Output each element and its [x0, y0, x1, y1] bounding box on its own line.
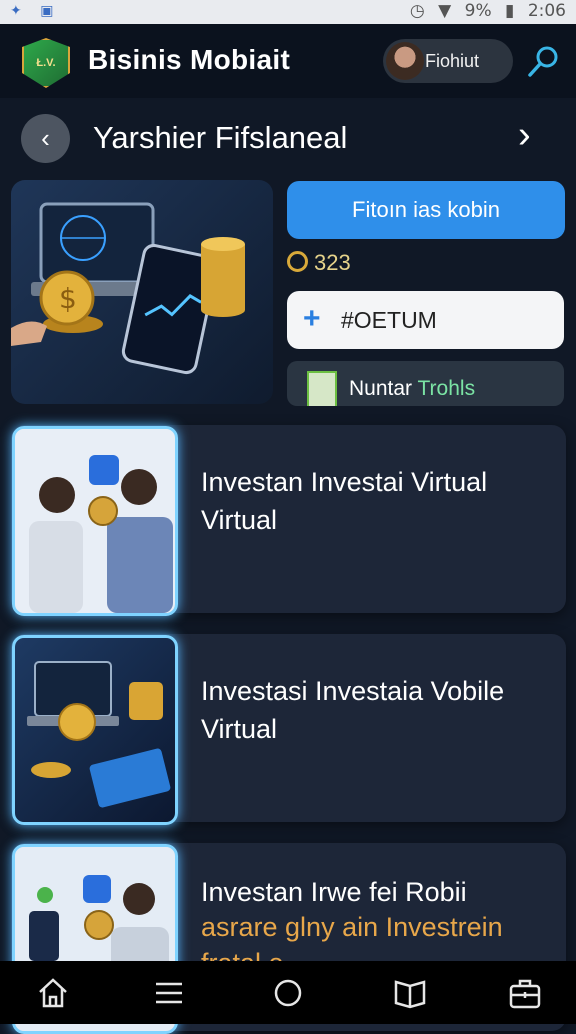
user-name: Fiohiut: [425, 51, 480, 71]
svg-text:$: $: [59, 282, 77, 315]
coin-icon: [287, 251, 308, 272]
hero-image: $: [11, 180, 273, 404]
card-title: Investan Irwe fei Robii: [201, 877, 467, 907]
investment-card[interactable]: Investasi Investaia Vobile Virtual: [11, 634, 566, 825]
card-title: Investan Investai Virtual Virtual: [201, 467, 488, 535]
user-chip[interactable]: Fiohiut: [383, 39, 513, 83]
card-title: Investasi Investaia Vobile Virtual: [201, 676, 505, 744]
twitter-icon: ✦: [10, 3, 22, 19]
briefcase-icon[interactable]: [507, 975, 543, 1011]
team-label: Nuntar Trohls: [349, 377, 476, 400]
photo-icon: ▣: [40, 3, 54, 19]
section-header: ‹ Yarshier Fifslaneal ›: [0, 104, 576, 174]
team-row[interactable]: Nuntar Trohls: [287, 361, 564, 406]
card-thumbnail: [12, 635, 178, 825]
avatar: [386, 42, 424, 80]
app-logo: Ł.V.: [22, 38, 70, 88]
coin-amount: 323: [314, 250, 351, 275]
status-bar: ✦ ▣ ◷ ▼ 9% ▮ 2:06: [0, 0, 576, 24]
chevron-right-icon[interactable]: ›: [518, 116, 531, 154]
coin-balance: 323: [287, 250, 351, 276]
home-icon[interactable]: [35, 975, 71, 1011]
card-thumbnail: [12, 426, 178, 616]
notification-icons: ✦ ▣: [10, 3, 67, 19]
alarm-icon: ◷: [409, 1, 425, 21]
primary-cta-button[interactable]: Fitoın ias kobin: [287, 181, 565, 239]
menu-icon[interactable]: [151, 975, 187, 1011]
code-input[interactable]: + #OETUM: [287, 291, 564, 349]
bottom-navigation: [0, 961, 576, 1024]
battery-level: 9%: [464, 1, 492, 21]
battery-icon: ▮: [505, 1, 515, 21]
clock: 2:06: [527, 1, 566, 21]
section-title: Yarshier Fifslaneal: [93, 120, 348, 155]
status-icons: ◷ ▼ 9% ▮ 2:06: [402, 1, 566, 21]
person-thumbnail: [307, 371, 337, 406]
app-title: Bisinis Mobiait: [88, 44, 291, 75]
back-button[interactable]: ‹: [21, 114, 70, 163]
circle-icon[interactable]: [270, 975, 306, 1011]
investment-card[interactable]: Investan Investai Virtual Virtual: [11, 425, 566, 616]
hero-illustration: $: [11, 202, 245, 375]
code-value: #OETUM: [341, 307, 437, 333]
chevron-left-icon: ‹: [41, 123, 50, 153]
wifi-icon: ▼: [438, 1, 452, 21]
search-icon[interactable]: [527, 44, 561, 78]
book-icon[interactable]: [392, 975, 428, 1011]
plus-icon[interactable]: +: [303, 302, 321, 336]
app-bar: Ł.V. Bisinis Mobiait Fiohiut: [0, 24, 576, 98]
